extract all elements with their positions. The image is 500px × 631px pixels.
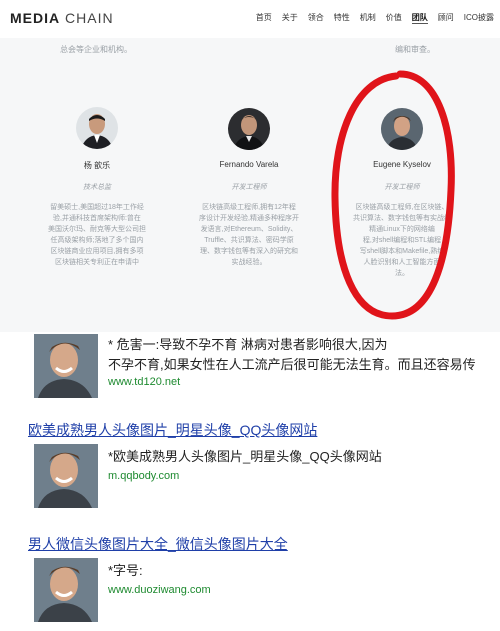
nav-ico[interactable]: ICO披露 bbox=[464, 12, 494, 24]
member-role: 开发工程师 bbox=[231, 184, 267, 191]
result-snippet: *字号: bbox=[108, 563, 143, 578]
result-snippet: *欧美成熟男人头像图片_明星头像_QQ头像网站 bbox=[108, 449, 382, 464]
main-nav: 首页 关于 领合 特性 机制 价值 团队 顾问 ICO披露 bbox=[246, 12, 494, 24]
desc-line: 人脸识别和人工智能方面 bbox=[363, 259, 441, 266]
desc-line: 区块链商业应用项目,拥有多项 bbox=[50, 248, 144, 255]
member-name: Eugene Kyselov bbox=[373, 160, 431, 169]
desc-line: 实战经验。 bbox=[231, 259, 267, 266]
faded-text-left: 总会等企业和机构。 bbox=[60, 45, 132, 54]
faded-text-right: 编和审查。 bbox=[395, 45, 435, 54]
desc-line: 验,并通科技首席架构师:曾在 bbox=[53, 215, 141, 222]
member-avatar bbox=[76, 107, 118, 149]
member-name: Fernando Varela bbox=[219, 160, 279, 169]
member-name: 杨 歆乐 bbox=[83, 161, 111, 170]
member-role: 开发工程师 bbox=[384, 184, 420, 191]
desc-line: 精通Linux下的网络编 bbox=[369, 226, 435, 233]
nav-about[interactable]: 关于 bbox=[282, 12, 298, 24]
desc-line: 区块链高级工程师,在区块链、 bbox=[355, 204, 449, 211]
member-avatar bbox=[228, 108, 270, 150]
nav-features[interactable]: 特性 bbox=[334, 12, 350, 24]
desc-line: 写shell脚本和Makefile,熟练 bbox=[359, 248, 445, 255]
nav-advisors[interactable]: 顾问 bbox=[438, 12, 454, 24]
nav-home[interactable]: 首页 bbox=[256, 12, 272, 24]
desc-line: 美国沃尔玛、耐克等大型公司担 bbox=[48, 226, 146, 233]
desc-line: 理、数字钱包等有深入的研究和 bbox=[200, 248, 298, 255]
result-snippet: 不孕不育,如果女性在人工流产后很可能无法生育。而且还容易传 bbox=[108, 357, 476, 372]
member-description: 留美硕士,美国超过18年工作经 验,并通科技首席架构师:曾在 美国沃尔玛、耐克等… bbox=[38, 202, 156, 268]
nav-mechanism[interactable]: 机制 bbox=[360, 12, 376, 24]
website-screenshot: MEDIA CHAIN 首页 关于 领合 特性 机制 价值 团队 顾问 ICO披… bbox=[0, 0, 500, 332]
desc-line: 留美硕士,美国超过18年工作经 bbox=[50, 204, 144, 211]
desc-line: 任高级架构师;落地了多个国内 bbox=[50, 237, 144, 244]
member-avatar bbox=[381, 108, 423, 150]
result-thumbnail[interactable] bbox=[34, 334, 98, 398]
desc-line: 法。 bbox=[395, 270, 409, 277]
desc-line: Truffle、共识算法、密码学原 bbox=[204, 237, 294, 244]
logo-bold-text: MEDIA bbox=[10, 10, 61, 26]
site-logo[interactable]: MEDIA CHAIN bbox=[10, 10, 114, 26]
result-title-link[interactable]: 欧美成熟男人头像图片_明星头像_QQ头像网站 bbox=[28, 420, 317, 440]
desc-line: 区块链相关专利正在申请中 bbox=[55, 259, 139, 266]
member-description: 区块链高级工程师,在区块链、 共识算法、数字钱包等有实战经 精通Linux下的网… bbox=[343, 202, 461, 279]
nav-team[interactable]: 团队 bbox=[411, 12, 428, 24]
result-title-link[interactable]: 男人微信头像图片大全_微信头像图片大全 bbox=[28, 534, 288, 554]
member-role: 技术总监 bbox=[83, 184, 111, 191]
result-snippet: * 危害一:导致不孕不育 淋病对患者影响很大,因为 bbox=[108, 337, 388, 352]
desc-line: 发语言,对Ethereum、Solidity、 bbox=[200, 226, 298, 233]
site-header: MEDIA CHAIN 首页 关于 领合 特性 机制 价值 团队 顾问 ICO披… bbox=[0, 0, 500, 38]
desc-line: 区块链高级工程师,拥有12年程 bbox=[202, 204, 296, 211]
result-url[interactable]: www.td120.net bbox=[108, 376, 180, 388]
nav-value[interactable]: 价值 bbox=[386, 12, 402, 24]
result-url[interactable]: m.qqbody.com bbox=[108, 470, 179, 482]
nav-lead[interactable]: 领合 bbox=[308, 12, 324, 24]
logo-light-text: CHAIN bbox=[65, 10, 114, 26]
desc-line: 序设计开发经验,精通多种程序开 bbox=[199, 215, 299, 222]
red-circle-annotation bbox=[331, 70, 455, 320]
result-thumbnail[interactable] bbox=[34, 558, 98, 622]
member-description: 区块链高级工程师,拥有12年程 序设计开发经验,精通多种程序开 发语言,对Eth… bbox=[190, 202, 308, 268]
desc-line: 程,对shell编程和STL编程 bbox=[362, 237, 442, 244]
result-url[interactable]: www.duoziwang.com bbox=[108, 584, 211, 596]
desc-line: 共识算法、数字钱包等有实战经 bbox=[353, 215, 451, 222]
result-thumbnail[interactable] bbox=[34, 444, 98, 508]
